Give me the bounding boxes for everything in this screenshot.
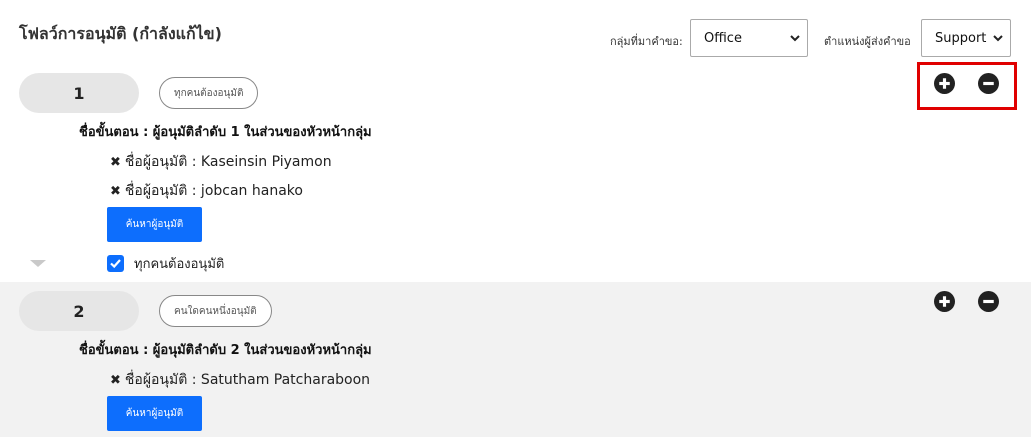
- page-title: โฟลว์การอนุมัติ (กำลังแก้ไข): [19, 24, 222, 43]
- approval-mode-tag[interactable]: ทุกคนต้องอนุมัติ: [159, 77, 259, 109]
- approval-mode-tag[interactable]: คนใดคนหนึ่งอนุมัติ: [159, 295, 272, 327]
- approver-name: ชื่อผู้อนุมัติ : jobcan hanako: [124, 183, 303, 199]
- group-filter-label: กลุ่มที่มาคำขอ:: [610, 35, 683, 48]
- group-select-value: Office: [704, 30, 742, 46]
- step-name: ชื่อขั้นตอน : ผู้อนุมัติลำดับ 2 ในส่วนขอ…: [79, 343, 372, 358]
- approver-name: ชื่อผู้อนุมัติ : Satutham Patcharaboon: [124, 372, 371, 388]
- position-select-value: Support: [935, 30, 987, 46]
- chevron-down-icon: [993, 35, 1003, 42]
- step-number: 2: [19, 291, 139, 331]
- approver-item: ✖ ชื่อผู้อนุมัติ : Satutham Patcharaboon: [110, 369, 370, 391]
- approver-item: ✖ ชื่อผู้อนุมัติ : Kaseinsin Piyamon: [110, 151, 332, 173]
- remove-approver-x-icon[interactable]: ✖: [110, 155, 121, 170]
- position-filter-label: ตำแหน่งผู้ส่งคำขอ: [824, 35, 911, 48]
- all-must-approve-checkbox[interactable]: [107, 255, 124, 272]
- group-select[interactable]: Office: [690, 19, 808, 57]
- search-approver-button[interactable]: ค้นหาผู้อนุมัติ: [107, 207, 202, 242]
- position-select[interactable]: Support: [921, 19, 1011, 57]
- approval-step-2: 2 คนใดคนหนึ่งอนุมัติ ชื่อขั้นตอน : ผู้อน…: [0, 282, 1031, 437]
- step-name: ชื่อขั้นตอน : ผู้อนุมัติลำดับ 1 ในส่วนขอ…: [79, 125, 372, 140]
- step-number: 1: [19, 73, 139, 113]
- search-approver-button[interactable]: ค้นหาผู้อนุมัติ: [107, 396, 202, 431]
- all-must-approve-checkbox-row[interactable]: ทุกคนต้องอนุมัติ: [107, 253, 224, 274]
- checkmark-icon: [110, 259, 121, 269]
- chevron-down-icon: [790, 35, 800, 42]
- remove-step-icon[interactable]: [978, 291, 999, 312]
- approver-item: ✖ ชื่อผู้อนุมัติ : jobcan hanako: [110, 180, 303, 202]
- add-step-icon[interactable]: [934, 291, 955, 312]
- approval-step-1: 1 ทุกคนต้องอนุมัติ ชื่อขั้นตอน : ผู้อนุม…: [0, 60, 1031, 282]
- approver-name: ชื่อผู้อนุมัติ : Kaseinsin Piyamon: [124, 154, 332, 170]
- checkbox-label: ทุกคนต้องอนุมัติ: [134, 257, 225, 272]
- remove-approver-x-icon[interactable]: ✖: [110, 184, 121, 199]
- highlight-annotation-box: [917, 62, 1017, 110]
- remove-approver-x-icon[interactable]: ✖: [110, 373, 121, 388]
- collapse-caret-down-icon[interactable]: [30, 260, 46, 267]
